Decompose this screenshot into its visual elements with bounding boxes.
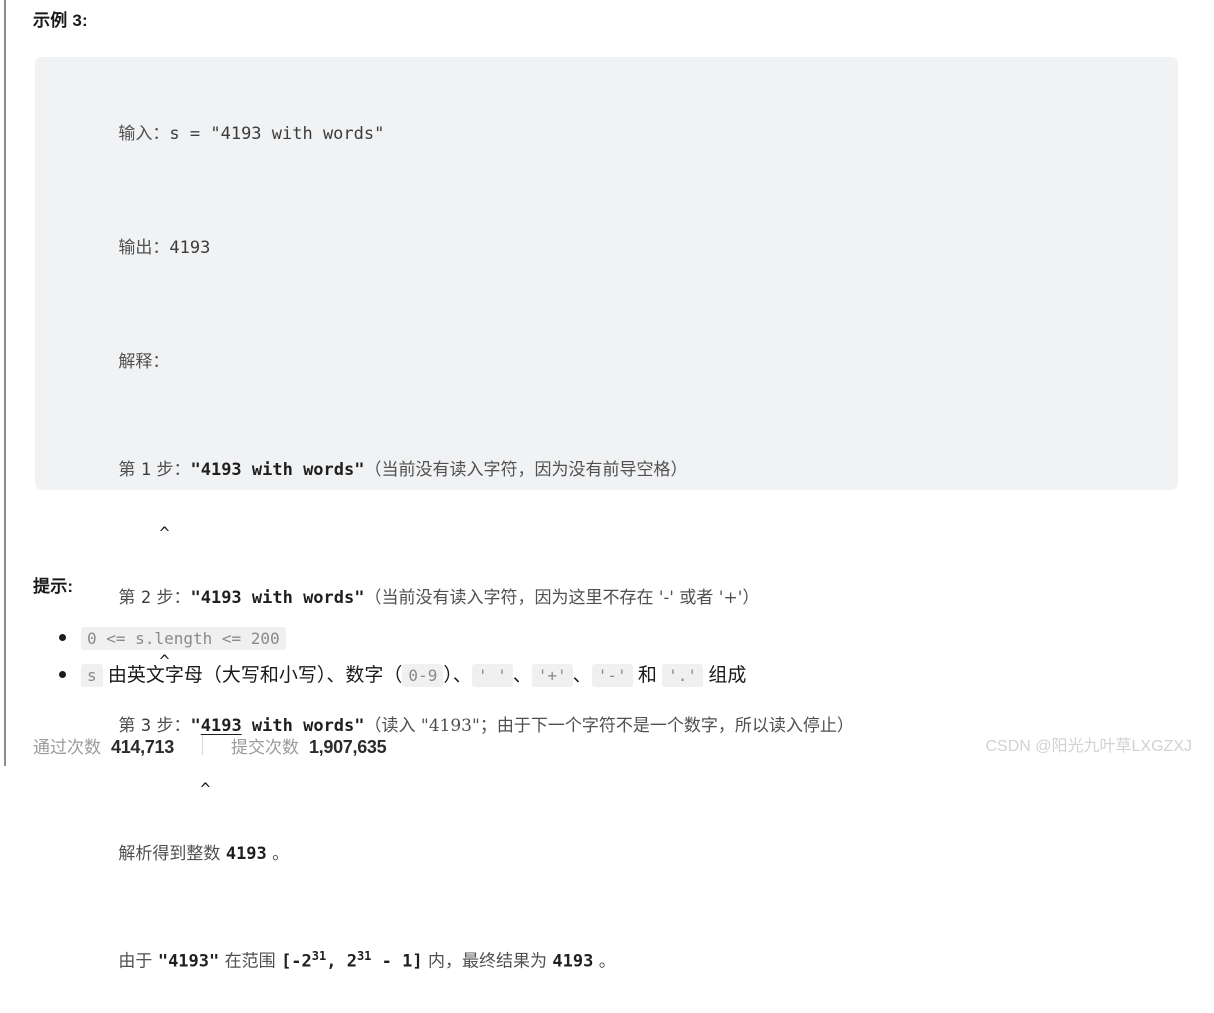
list-item: s 由英文字母（大写和小写）、数字（ 0-9）、 ' '、 '+'、 '-' 和 '.'… xyxy=(33,657,1173,694)
step-1-caret: ^ xyxy=(57,524,170,544)
range-mid: 在范围 xyxy=(219,951,282,972)
code-line-input: 输入：s = "4193 with words" xyxy=(57,77,1178,191)
example-code-block: 输入：s = "4193 with words" 输出：4193 解释： 第 1… xyxy=(35,57,1178,972)
step-1-note: （当前没有读入字符，因为没有前导空格） xyxy=(364,460,688,480)
parse-suffix: 。 xyxy=(266,844,290,864)
step-3-note: （读入 "4193"；由于下一个字符不是一个数字，所以读入停止） xyxy=(364,716,854,736)
step-2-prefix: 第 xyxy=(118,588,141,608)
step-2-code: "4193 with words" xyxy=(190,588,365,608)
hint-2-code-plus: '+' xyxy=(531,664,573,687)
step-2-note: （当前没有读入字符，因为这里不存在 '-' 或者 '+'） xyxy=(364,588,760,608)
hint-2-text-e: 和 xyxy=(632,665,663,686)
left-border-rule xyxy=(4,0,6,766)
bullet-icon xyxy=(59,634,66,641)
submissions-value: 1,907,635 xyxy=(308,736,387,757)
hints-heading: 提示: xyxy=(33,577,74,596)
hint-2-code-minus: '-' xyxy=(591,664,633,687)
range-expr-a: [-2 xyxy=(281,951,312,972)
parse-value: 4193 xyxy=(225,844,267,864)
range-suffix: 。 xyxy=(593,951,616,972)
explanation-label: 解释： xyxy=(118,352,170,372)
hint-2-text-b: ）、 xyxy=(443,665,472,686)
hint-2-text-f: 组成 xyxy=(703,665,747,686)
hint-2-code-space: ' ' xyxy=(471,664,513,687)
hint-2-text-d: 、 xyxy=(572,665,592,686)
hint-2-code-dot: '.' xyxy=(662,664,704,687)
range-prefix: 由于 xyxy=(118,951,158,972)
input-label: 输入： xyxy=(118,124,170,144)
hint-2-text-a: 由英文字母（大写和小写）、数字（ xyxy=(102,665,403,686)
step-2-number: 2 xyxy=(140,588,152,608)
output-value: 4193 xyxy=(169,238,211,258)
csdn-watermark: CSDN @阳光九叶草LXGZXJ xyxy=(985,738,1193,755)
submissions-stat: 提交次数 1,907,635 xyxy=(230,733,387,758)
range-final-result: 4193 xyxy=(552,951,594,972)
problem-page: 示例 3: 输入：s = "4193 with words" 输出：4193 解… xyxy=(0,0,1214,972)
step-1-prefix: 第 xyxy=(118,460,141,480)
accepted-stat: 通过次数 414,713 xyxy=(33,733,174,758)
hints-list: 0 <= s.length <= 200 s 由英文字母（大写和小写）、数字（ 0… xyxy=(33,620,1173,694)
output-label: 输出： xyxy=(118,238,170,258)
stats-footer: 通过次数 414,713 提交次数 1,907,635 xyxy=(33,730,387,760)
step-1-suffix: 步： xyxy=(151,460,191,480)
list-item: 0 <= s.length <= 200 xyxy=(33,620,1173,657)
range-result-line: 由于 "4193" 在范围 [-231, 231 - 1] 内，最终结果为 41… xyxy=(57,905,1178,1013)
step-1-number: 1 xyxy=(140,460,152,480)
hint-2-code-digits: 0-9 xyxy=(402,664,444,687)
input-value: s = "4193 with words" xyxy=(169,124,385,144)
code-line-explanation-label: 解释： xyxy=(57,305,1178,419)
accepted-value: 414,713 xyxy=(111,736,174,757)
range-expr-b: , 2 xyxy=(326,951,357,972)
parse-result-line: 解析得到整数 4193 。 xyxy=(57,803,1178,905)
stats-divider xyxy=(201,735,203,755)
bullet-icon xyxy=(59,671,66,678)
example-heading: 示例 3: xyxy=(33,11,88,30)
parse-prefix: 解析得到整数 xyxy=(118,844,226,864)
code-line-output: 输出：4193 xyxy=(57,191,1178,305)
hint-2-text-c: 、 xyxy=(512,665,532,686)
range-exponent-b: 31 xyxy=(356,949,372,963)
range-expr-c: - 1] xyxy=(371,951,423,972)
range-exponent-a: 31 xyxy=(311,949,327,963)
step-1-line: 第 1 步："4193 with words"（当前没有读入字符，因为没有前导空… xyxy=(57,419,1178,521)
step-2-suffix: 步： xyxy=(151,588,191,608)
submissions-label: 提交次数 xyxy=(230,737,299,757)
range-value: "4193" xyxy=(157,951,220,972)
range-mid-2: 内，最终结果为 xyxy=(422,951,553,972)
step-1-code: "4193 with words" xyxy=(190,460,365,480)
hint-1-code: 0 <= s.length <= 200 xyxy=(81,627,286,650)
hint-2-code-s: s xyxy=(81,664,103,687)
step-3-caret: ^ xyxy=(57,780,211,800)
accepted-label: 通过次数 xyxy=(33,737,101,757)
